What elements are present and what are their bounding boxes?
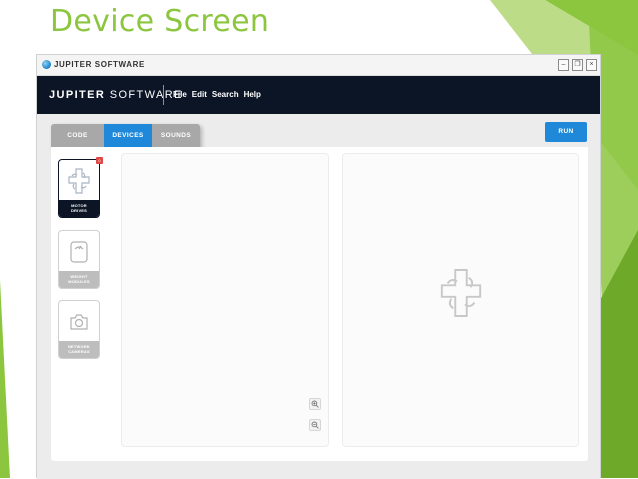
tab-code[interactable]: CODE	[51, 124, 104, 148]
window-title: JUPITER SOFTWARE	[54, 60, 145, 69]
brand-light: SOFTWARE	[109, 89, 183, 101]
menu-search[interactable]: Search	[212, 90, 239, 99]
device-label-line2: MODULES	[68, 279, 90, 284]
app-window: JUPITER SOFTWARE – ❐ × JUPITER SOFTWARE …	[36, 54, 601, 479]
device-card-weight-modules[interactable]: WEIGHT MODULES	[58, 230, 100, 289]
slide-title: Device Screen	[50, 4, 270, 39]
app-header: JUPITER SOFTWARE File Edit Search Help	[37, 76, 600, 114]
tab-bar: CODE DEVICES SOUNDS	[51, 124, 200, 148]
close-button[interactable]: ×	[586, 59, 597, 71]
menu-file[interactable]: File	[173, 90, 187, 99]
brand-bold: JUPITER	[49, 89, 106, 101]
device-preview-panel	[342, 153, 579, 447]
header-divider	[163, 85, 164, 105]
motor-icon	[440, 269, 482, 317]
minimize-button[interactable]: –	[558, 59, 569, 71]
motor-icon	[68, 168, 90, 194]
tab-devices[interactable]: DEVICES	[104, 124, 152, 148]
device-count-badge: 0	[96, 157, 103, 164]
devices-workspace: MOTOR DRIVES 0 WEIGHT MODULES NETWORK CA…	[51, 147, 588, 461]
zoom-out-button[interactable]	[309, 419, 321, 431]
main-content: CODE DEVICES SOUNDS RUN MOTOR DRIVES 0 W…	[37, 114, 600, 479]
zoom-in-button[interactable]	[309, 398, 321, 410]
device-config-panel	[121, 153, 329, 447]
app-logo-icon	[42, 60, 51, 69]
device-label: WEIGHT MODULES	[59, 271, 99, 288]
device-card-motor-drives[interactable]: MOTOR DRIVES	[58, 159, 100, 218]
run-button[interactable]: RUN	[545, 122, 587, 142]
device-label: MOTOR DRIVES	[59, 200, 99, 217]
device-label-line2: CAMERAS	[68, 349, 90, 354]
scale-icon	[70, 241, 88, 263]
zoom-out-icon	[311, 421, 319, 429]
device-card-network-cameras[interactable]: NETWORK CAMERAS	[58, 300, 100, 359]
device-label-line2: DRIVES	[70, 208, 88, 213]
menu-edit[interactable]: Edit	[192, 90, 207, 99]
menu-help[interactable]: Help	[244, 90, 261, 99]
window-titlebar: JUPITER SOFTWARE – ❐ ×	[37, 55, 600, 76]
device-label: NETWORK CAMERAS	[59, 341, 99, 358]
menu-bar: File Edit Search Help	[173, 90, 261, 99]
zoom-in-icon	[311, 400, 319, 408]
tab-sounds[interactable]: SOUNDS	[152, 124, 200, 148]
restore-button[interactable]: ❐	[572, 59, 583, 71]
camera-icon	[70, 314, 88, 330]
